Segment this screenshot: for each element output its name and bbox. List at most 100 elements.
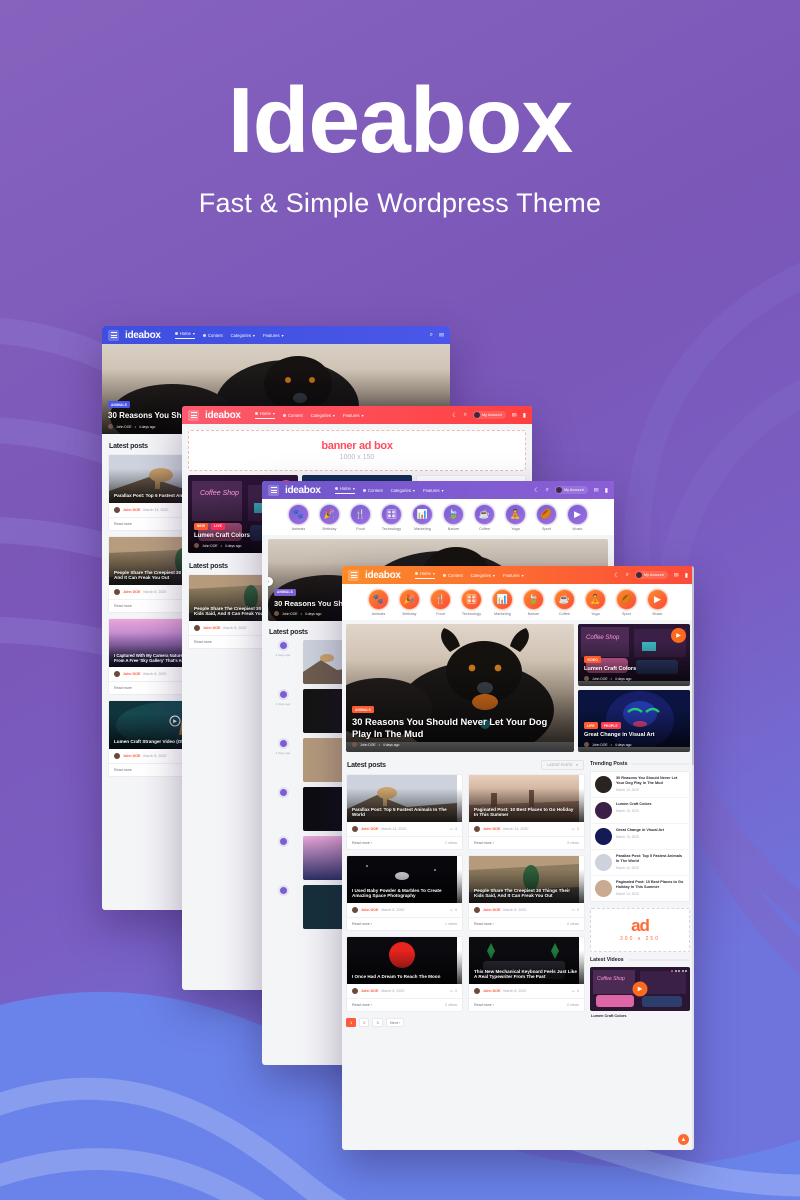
post-author[interactable]: John DOE <box>203 626 220 630</box>
nav-item-content[interactable]: Content <box>202 333 223 338</box>
nav-item-content[interactable]: Content <box>282 413 303 418</box>
read-more-link[interactable]: Read more › <box>352 841 372 845</box>
category-marketing[interactable]: 📊 Marketing <box>491 589 515 616</box>
navbar-right-blue[interactable]: ⌕ ✉ <box>430 332 444 339</box>
search-icon[interactable]: ⌕ <box>626 572 629 579</box>
nav-item-categories[interactable]: Categories ▾ <box>311 413 335 418</box>
microchip-icon[interactable]: 🎛 <box>461 589 482 610</box>
category-food[interactable]: 🍴 Food <box>429 589 453 616</box>
category-sport[interactable]: 🏉 Sport <box>535 504 559 531</box>
list-item[interactable]: Parallax Post: Top 5 Fastest Animals In … <box>591 850 689 876</box>
category-strip-purple[interactable]: 🐾 Animals 🎉 Birthday 🍴 Food 🎛 Technology 📊 Market… <box>262 499 614 535</box>
nav-links[interactable]: Home ▾ Content Categories ▾ Features ▾ <box>174 331 284 339</box>
category-animals[interactable]: 🐾 Animals <box>287 504 311 531</box>
brand-logo[interactable]: ideabox <box>205 410 241 421</box>
pagination-next[interactable]: Next › <box>385 1018 405 1027</box>
moon-icon[interactable]: ☾ <box>534 487 539 494</box>
category-nature[interactable]: 🍃 Nature <box>442 504 466 531</box>
banner-ad-box[interactable]: banner ad box 1000 x 150 <box>188 430 526 471</box>
featured-side-title-1[interactable]: Lumen Craft Colors <box>584 666 684 673</box>
category-coffee[interactable]: ☕ Coffee <box>473 504 497 531</box>
post-author[interactable]: John DOE <box>123 754 140 758</box>
post-author[interactable]: John DOE <box>483 908 500 912</box>
pagination-1[interactable]: 1 <box>346 1018 357 1027</box>
nav-item-features[interactable]: Features ▾ <box>263 333 284 338</box>
read-more-link[interactable]: Read more › <box>474 1003 494 1007</box>
nav-item-home[interactable]: Home ▾ <box>414 571 435 579</box>
table-row[interactable]: Paginated Post: 10 Best Places to Go Hol… <box>468 774 585 850</box>
football-icon[interactable]: 🏉 <box>616 589 637 610</box>
category-yoga[interactable]: 🧘 Yoga <box>584 589 608 616</box>
meditation-icon[interactable]: 🧘 <box>505 504 526 525</box>
navbar-purple[interactable]: ideabox Home ▾ Content Categories ▾ Featur… <box>262 481 614 499</box>
list-item[interactable]: Paginated Post: 10 Best Places to Go Hol… <box>591 876 689 901</box>
coffee-cup-icon[interactable]: ☕ <box>554 589 575 610</box>
post-author[interactable]: John DOE <box>123 508 140 512</box>
post-author[interactable]: John DOE <box>123 590 140 594</box>
brand-logo[interactable]: ideabox <box>285 485 321 496</box>
featured-side-title-2[interactable]: Great Change in Visual Art <box>584 732 684 739</box>
post-thumbnail[interactable]: I Once Had A Dream To Reach The Moon <box>347 937 462 984</box>
coffee-cup-icon[interactable]: ☕ <box>474 504 495 525</box>
post-author[interactable]: John DOE <box>361 908 378 912</box>
microchip-icon[interactable]: 🎛 <box>381 504 402 525</box>
search-icon[interactable]: ⌕ <box>464 412 467 419</box>
trending-title[interactable]: Paginated Post: 10 Best Places to Go Hol… <box>616 880 685 890</box>
moon-icon[interactable]: ☾ <box>614 572 619 579</box>
table-row[interactable]: This New Mechanical Keyboard Feels Just … <box>468 936 585 1012</box>
list-item[interactable]: Lumen Craft Colors March 13, 2020 <box>591 798 689 824</box>
post-title[interactable]: I Once Had A Dream To Reach The Moon <box>352 974 456 980</box>
read-more-link[interactable]: Read more › <box>474 922 494 926</box>
post-title[interactable]: People Share The Creepiest 30 Things The… <box>474 888 578 899</box>
brand-logo[interactable]: ideabox <box>365 570 401 581</box>
category-music[interactable]: ▶ Music <box>646 589 670 616</box>
menu-burger-icon[interactable] <box>108 329 119 341</box>
list-item[interactable]: Great Change in Visual Art March 13, 2020 <box>591 824 689 850</box>
bar-chart-icon[interactable]: 📊 <box>412 504 433 525</box>
read-more-link[interactable]: Read more › <box>352 1003 372 1007</box>
sort-dropdown[interactable]: LATEST POSTS ▾ <box>541 760 584 770</box>
navbar-right-purple[interactable]: ☾ ⌕ My Account ✉ ▮ <box>534 486 608 494</box>
bookmark-icon[interactable]: ▮ <box>605 487 608 494</box>
trending-title[interactable]: Parallax Post: Top 5 Fastest Animals In … <box>616 854 685 864</box>
football-icon[interactable]: 🏉 <box>536 504 557 525</box>
read-more-link[interactable]: Read more <box>114 522 132 526</box>
play-circle-icon[interactable]: ▶ <box>567 504 588 525</box>
nav-item-categories[interactable]: Categories ▾ <box>391 488 415 493</box>
account-button[interactable]: My Account <box>635 571 668 579</box>
menu-burger-icon[interactable] <box>268 484 279 496</box>
nav-links[interactable]: Home ▾ Content Categories ▾ Features ▾ <box>414 571 524 579</box>
tag-live[interactable]: LIVE <box>211 522 225 530</box>
category-birthday[interactable]: 🎉 Birthday <box>318 504 342 531</box>
search-icon[interactable]: ⌕ <box>546 487 549 494</box>
envelope-icon[interactable]: ✉ <box>594 487 599 494</box>
category-nature[interactable]: 🍃 Nature <box>522 589 546 616</box>
list-item[interactable]: 30 Reasons You Should Never Let Your Dog… <box>591 772 689 798</box>
account-button[interactable]: My Account <box>473 411 506 419</box>
play-circle-icon[interactable]: ▶ <box>647 589 668 610</box>
trending-title[interactable]: Lumen Craft Colors <box>616 802 651 807</box>
post-author[interactable]: John DOE <box>483 989 500 993</box>
featured-side-card-2[interactable]: LIFE PEOPLE Great Change in Visual Art J… <box>578 690 690 752</box>
post-title[interactable]: This New Mechanical Keyboard Feels Just … <box>474 969 578 980</box>
menu-burger-icon[interactable] <box>348 569 359 581</box>
post-title[interactable]: I Used Baby Powder & Marbles To Create A… <box>352 888 456 899</box>
envelope-icon[interactable]: ✉ <box>439 332 444 339</box>
category-animals[interactable]: 🐾 Animals <box>367 589 391 616</box>
nav-links[interactable]: Home ▾ Content Categories ▾ Features ▾ <box>254 411 364 419</box>
scroll-to-top-button[interactable]: ▲ <box>678 1134 689 1145</box>
post-author[interactable]: John DOE <box>483 827 500 831</box>
navbar-orange[interactable]: ideabox Home ▾ Content Categories ▾ Featur… <box>342 566 694 584</box>
paw-icon[interactable]: 🐾 <box>288 504 309 525</box>
carousel-dots[interactable] <box>671 970 687 973</box>
read-more-link[interactable]: Read more › <box>352 922 372 926</box>
bookmark-icon[interactable]: ▮ <box>685 572 688 579</box>
featured-headline[interactable]: 30 Reasons You Should Never Let Your Dog… <box>352 716 568 739</box>
bookmark-icon[interactable]: ▮ <box>523 412 526 419</box>
featured-main-card[interactable]: ANIMALS 30 Reasons You Should Never Let … <box>346 624 574 752</box>
table-row[interactable]: People Share The Creepiest 30 Things The… <box>468 855 585 931</box>
navbar-blue[interactable]: ideabox Home ▾ Content Categories ▾ Featur… <box>102 326 450 344</box>
bar-chart-icon[interactable]: 📊 <box>492 589 513 610</box>
navbar-right-orange[interactable]: ☾ ⌕ My Account ✉ ▮ <box>614 571 688 579</box>
tag-people[interactable]: PEOPLE <box>600 722 621 730</box>
